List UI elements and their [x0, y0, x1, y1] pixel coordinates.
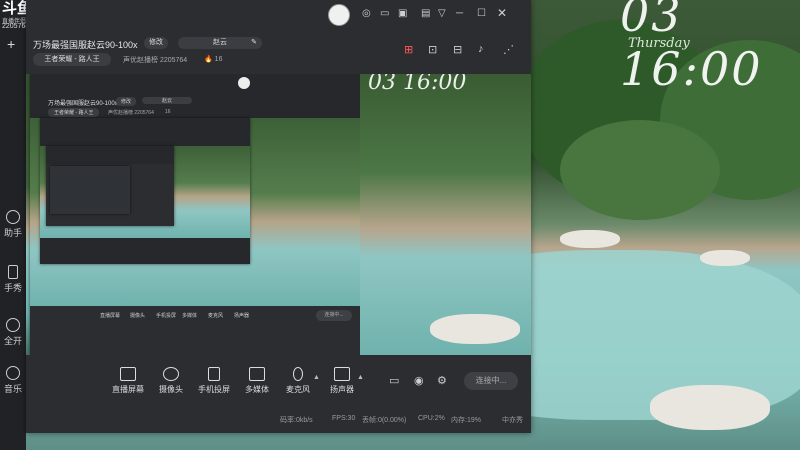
- category-select[interactable]: 赵云 ✎: [178, 37, 262, 49]
- mic-dropdown-icon[interactable]: ▲: [313, 374, 320, 381]
- cpu-status: CPU:2%: [418, 415, 445, 422]
- speaker-icon: [334, 367, 350, 381]
- memory-status: 内存:19%: [451, 417, 481, 424]
- add-button[interactable]: +: [7, 36, 15, 52]
- unlock-icon[interactable]: ⊡: [428, 43, 437, 56]
- live-preview[interactable]: 万场最强国服赵云90-100x 修改 赵云 王者荣耀 - 路人王 声优赵播榜 2…: [26, 74, 531, 355]
- nested-connect-button: 连接中...: [316, 310, 352, 321]
- save-icon[interactable]: ▤: [421, 8, 430, 19]
- dropped-frames-status: 丢帧:0(0.00%): [362, 417, 407, 424]
- phone-icon: [8, 265, 18, 279]
- speaker-dropdown-icon[interactable]: ▲: [357, 374, 364, 381]
- fps-status: FPS:30: [332, 415, 356, 422]
- sidebar-item-assistant[interactable]: 助手: [0, 210, 26, 239]
- nested-window: 万场最强国服赵云90-100x 修改 赵云 王者荣耀 - 路人王 声优赵播榜 2…: [30, 74, 360, 355]
- rock: [650, 385, 770, 430]
- preview-wallpaper: 03 16:00: [360, 74, 531, 355]
- gift-icon[interactable]: ⊞: [404, 43, 413, 56]
- edit-title-button[interactable]: 修改: [144, 37, 168, 49]
- speaker-button[interactable]: 扬声器: [322, 367, 362, 395]
- screen-share-button[interactable]: 直播屏幕: [108, 367, 148, 395]
- sidebar-item-music[interactable]: 音乐: [0, 366, 26, 395]
- close-icon[interactable]: ✕: [497, 6, 507, 20]
- share-icon[interactable]: ⋰: [503, 43, 514, 56]
- nested-window-level-3: [46, 146, 174, 226]
- media-icon: [249, 367, 265, 381]
- avatar[interactable]: [328, 4, 350, 26]
- record-icon[interactable]: ▭: [389, 374, 399, 387]
- camera-button[interactable]: 摄像头: [151, 367, 191, 395]
- screen-icon[interactable]: ▣: [398, 8, 407, 19]
- nested-title: 万场最强国服赵云90-100x: [48, 101, 118, 107]
- bell-icon[interactable]: ♪: [478, 43, 484, 55]
- message-icon[interactable]: ▭: [380, 8, 389, 19]
- gear-icon[interactable]: ⚙: [437, 374, 447, 387]
- title-bar: ◎ ▭ ▣ ▤ ▽ ─ ☐ ✕ 万场最强国服赵云90-100x 修改 赵云 ✎ 王…: [26, 0, 531, 74]
- location-icon: [6, 318, 20, 332]
- wallpaper-weekday: Thursday: [628, 36, 690, 51]
- nested-preview: [30, 118, 360, 306]
- minimize-icon[interactable]: ─: [456, 8, 463, 19]
- eye-icon[interactable]: ◉: [414, 374, 424, 387]
- room-info: 声优赵播榜 2205764: [123, 57, 188, 64]
- circle-icon: [6, 210, 20, 224]
- nested-window-level-2: [40, 118, 250, 264]
- nested-edit-button: 修改: [116, 97, 137, 106]
- flame-icon: 🔥: [204, 56, 213, 63]
- phone-cast-icon: [208, 367, 220, 381]
- media-button[interactable]: 多媒体: [237, 367, 277, 395]
- left-sidebar: 斗鱼 直播伴侣 2205764 + 助手 手秀 全开 音乐: [0, 0, 32, 450]
- nested-room-info: 声优赵播榜 2205764: [108, 110, 154, 116]
- sidebar-item-open[interactable]: 全开: [0, 318, 26, 347]
- nested-game: 王者荣耀 - 路人王: [48, 108, 100, 117]
- pencil-icon: ✎: [251, 39, 257, 46]
- camera-icon: [163, 367, 179, 381]
- nested-window-level-4: [50, 166, 130, 214]
- rock: [700, 250, 750, 266]
- streaming-window: ◎ ▭ ▣ ▤ ▽ ─ ☐ ✕ 万场最强国服赵云90-100x 修改 赵云 ✎ 王…: [26, 0, 531, 433]
- mic-button[interactable]: 麦克风: [278, 367, 318, 395]
- phone-cast-button[interactable]: 手机投屏: [194, 367, 234, 395]
- stream-title: 万场最强国服赵云90-100x: [33, 40, 138, 50]
- nested-avatar: [238, 77, 250, 89]
- rock: [430, 314, 520, 344]
- game-select[interactable]: 王者荣耀 - 路人王: [33, 53, 111, 66]
- bitrate-status: 码率:0kb/s: [280, 417, 313, 424]
- nested-hot-count: 16: [165, 109, 171, 115]
- share-screen-icon[interactable]: ⊟: [453, 43, 462, 56]
- maximize-icon[interactable]: ☐: [477, 8, 486, 19]
- palm-foliage: [560, 120, 720, 220]
- screen-share-icon: [120, 367, 136, 381]
- sidebar-item-show[interactable]: 手秀: [0, 265, 26, 294]
- rock: [560, 230, 620, 248]
- connect-button[interactable]: 连接中...: [464, 372, 518, 390]
- filter-icon[interactable]: ▽: [438, 8, 446, 19]
- weather-status: 中亦秀: [502, 417, 523, 424]
- nested-category: 赵云: [142, 97, 192, 104]
- sound-icon: [6, 366, 20, 380]
- support-icon[interactable]: ◎: [362, 8, 371, 19]
- preview-clock: 03 16:00: [368, 74, 467, 95]
- mic-icon: [293, 367, 303, 381]
- hot-count: 🔥 16: [204, 56, 223, 63]
